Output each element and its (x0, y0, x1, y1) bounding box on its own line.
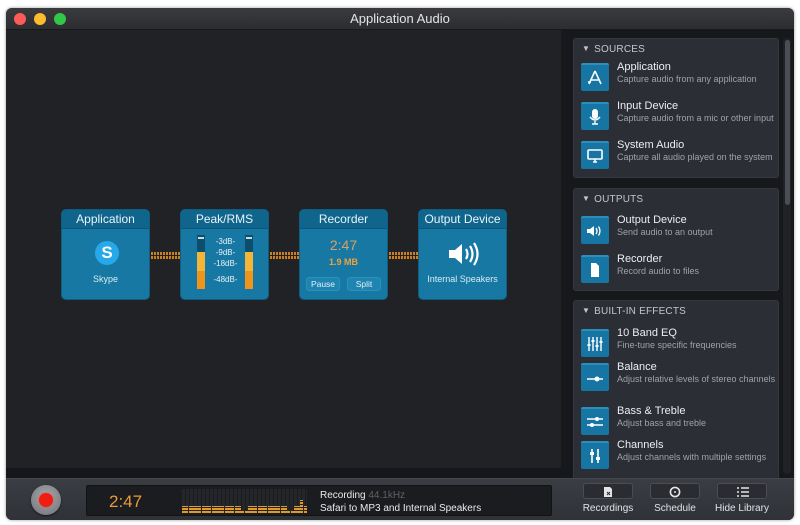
bottom-toolbar: 2:47 Recording 44.1kHz Safari to MP3 and… (6, 478, 794, 520)
sample-rate: 44.1kHz (368, 490, 406, 501)
window-title: Application Audio (350, 11, 450, 26)
close-button[interactable] (14, 13, 26, 25)
document-icon (581, 255, 609, 283)
microphone-icon (581, 102, 609, 130)
title-bar: Application Audio (6, 8, 794, 30)
monitor-icon (581, 141, 609, 169)
section-sources: ▼ SOURCES Application Capture audio from … (573, 38, 779, 178)
library-item-recorder[interactable]: Recorder Record audio to files (581, 253, 774, 289)
connector-meter-to-recorder (270, 252, 299, 259)
bass-treble-icon (581, 407, 609, 435)
node-recorder[interactable]: Recorder 2:47 1.9 MB Pause Split (299, 209, 388, 300)
recorder-size: 1.9 MB (328, 257, 358, 267)
recordings-button[interactable] (583, 483, 633, 499)
elapsed-time: 2:47 (109, 492, 143, 511)
level-meter-right (245, 235, 253, 289)
hide-library-label[interactable]: Hide Library (702, 503, 782, 514)
app-window: Application Audio Application S Skype Pe… (6, 8, 794, 520)
node-title: Recorder (300, 210, 387, 229)
recordings-icon (604, 487, 612, 497)
canvas-footer (6, 468, 561, 478)
library-item-balance[interactable]: Balance Adjust relative levels of stereo… (581, 361, 775, 397)
library-item-input-device[interactable]: Input Device Capture audio from a mic or… (581, 100, 774, 136)
node-caption: Internal Speakers (427, 274, 498, 284)
node-application[interactable]: Application S Skype (61, 209, 150, 300)
section-outputs: ▼ OUTPUTS Output Device Send audio to an … (573, 188, 779, 291)
section-built-in-effects: ▼ BUILT-IN EFFECTS 10 Band EQ Fine-tune s… (573, 300, 779, 480)
section-header-sources[interactable]: ▼ SOURCES (574, 39, 778, 59)
list-icon (737, 487, 749, 497)
library-item-output-device[interactable]: Output Device Send audio to an output (581, 214, 774, 250)
window-controls (14, 13, 66, 25)
vu-meter (182, 489, 307, 513)
connector-app-to-meter (151, 252, 180, 259)
speaker-icon (449, 242, 479, 266)
minimize-button[interactable] (34, 13, 46, 25)
section-header-built-in-effects[interactable]: ▼ BUILT-IN EFFECTS (574, 301, 778, 321)
channels-icon (581, 441, 609, 469)
section-header-outputs[interactable]: ▼ OUTPUTS (574, 189, 778, 209)
recorder-time: 2:47 (329, 237, 358, 253)
node-peak-rms[interactable]: Peak/RMS -3dB- -9dB- -18dB- -48dB- (180, 209, 269, 300)
pipeline-canvas[interactable]: Application S Skype Peak/RMS -3dB- -9dB-… (6, 30, 561, 468)
node-output-device[interactable]: Output Device Internal Speakers (418, 209, 507, 300)
library-item-application[interactable]: Application Capture audio from any appli… (581, 61, 774, 97)
schedule-button[interactable] (650, 483, 700, 499)
connector-recorder-to-output (389, 252, 418, 259)
library-scrollbar-thumb[interactable] (785, 40, 790, 205)
library-panel: ▼ SOURCES Application Capture audio from … (561, 30, 794, 480)
chevron-down-icon: ▼ (582, 44, 591, 53)
app-store-icon (581, 63, 609, 91)
record-icon (39, 493, 53, 507)
split-button[interactable]: Split (347, 277, 381, 291)
library-item-10-band-eq[interactable]: 10 Band EQ Fine-tune specific frequencie… (581, 327, 774, 363)
balance-icon (581, 363, 609, 391)
pause-button[interactable]: Pause (306, 277, 340, 291)
node-caption: Skype (92, 274, 118, 284)
speaker-icon (581, 216, 609, 244)
library-item-channels[interactable]: Channels Adjust channels with multiple s… (581, 439, 774, 475)
clock-icon (669, 486, 681, 498)
zoom-button[interactable] (54, 13, 66, 25)
hide-library-button[interactable] (717, 483, 767, 499)
library-item-bass-treble[interactable]: Bass & Treble Adjust bass and treble (581, 405, 774, 441)
chevron-down-icon: ▼ (582, 194, 591, 203)
vu-bar (303, 506, 307, 513)
library-item-system-audio[interactable]: System Audio Capture all audio played on… (581, 139, 774, 175)
status-text: Recording 44.1kHz Safari to MP3 and Inte… (320, 489, 481, 515)
node-title: Peak/RMS (181, 210, 268, 229)
eq-sliders-icon (581, 329, 609, 357)
skype-icon: S (95, 241, 119, 265)
status-state: Recording (320, 490, 366, 501)
node-title: Application (62, 210, 149, 229)
chevron-down-icon: ▼ (582, 306, 591, 315)
node-title: Output Device (419, 210, 506, 229)
status-display: 2:47 Recording 44.1kHz Safari to MP3 and… (86, 485, 552, 516)
status-description: Safari to MP3 and Internal Speakers (320, 503, 482, 514)
record-button[interactable] (31, 485, 61, 515)
